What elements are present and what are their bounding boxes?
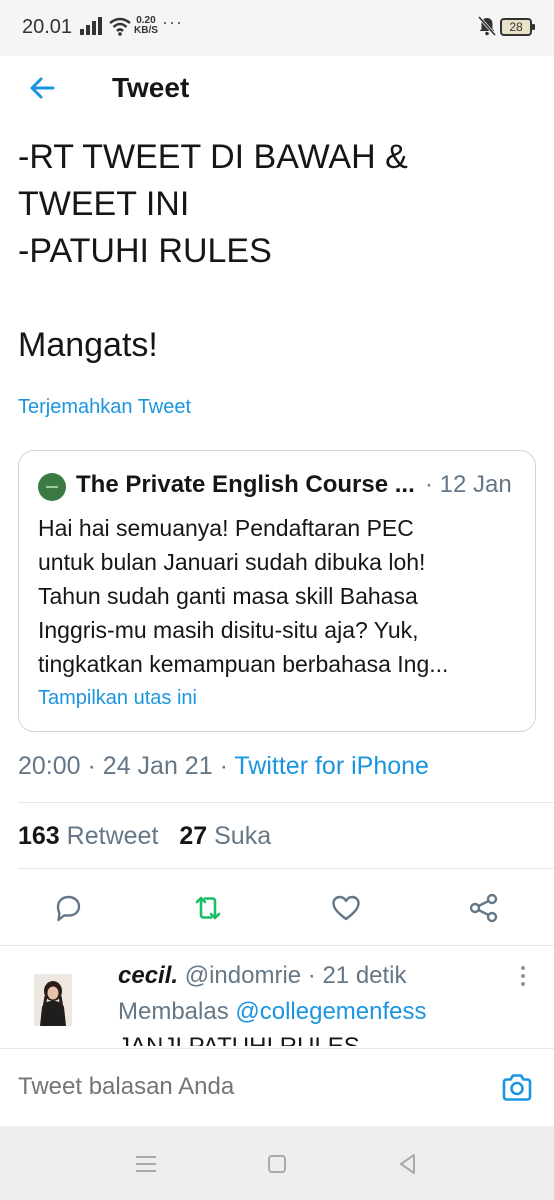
tweet-time: 20:00 (18, 752, 81, 780)
share-icon[interactable] (466, 890, 502, 926)
mute-bell-icon (478, 16, 496, 36)
avatar (38, 473, 66, 501)
quoted-body-line: untuk bulan Januari sudah dibuka loh! (38, 549, 426, 575)
reply-author-handle: @indomrie (184, 962, 302, 989)
reply-time: · 21 detik (307, 962, 407, 989)
arrow-left-icon[interactable] (26, 72, 58, 104)
replying-to-mention[interactable]: @collegemenfess (235, 998, 426, 1025)
reply-header: cecil. @indomrie · 21 detik (118, 962, 407, 990)
quoted-body-line: Hai hai semuanya! Pendaftaran PEC (38, 515, 414, 541)
show-thread-link[interactable]: Tampilkan utas ini (38, 687, 197, 710)
translate-tweet-link[interactable]: Terjemahkan Tweet (18, 396, 191, 419)
camera-icon[interactable] (500, 1071, 534, 1105)
network-speed-unit: KB/S (134, 25, 158, 36)
reply-text-partial: JANJI PATUHI RULES (118, 1034, 360, 1046)
menu-icon[interactable] (132, 1150, 160, 1178)
quoted-body-line: Inggris-mu masih disitu-situ aja? Yuk, (38, 617, 419, 643)
heart-icon[interactable] (328, 890, 364, 926)
divider (18, 868, 554, 869)
network-speed: 0.20 KB/S (134, 16, 158, 36)
retweet-count: 163 (18, 822, 60, 850)
replying-to: Membalas @collegemenfess (118, 998, 427, 1026)
tweet-date: 24 Jan 21 (102, 752, 213, 780)
back-triangle-icon[interactable] (394, 1150, 422, 1178)
page-title: Tweet (112, 72, 190, 103)
retweet-icon[interactable] (190, 890, 226, 926)
home-icon[interactable] (263, 1150, 291, 1178)
quoted-tweet-body: Hai hai semuanya! Pendaftaran PEC untuk … (38, 511, 518, 681)
system-nav-bar (0, 1126, 554, 1200)
divider (0, 945, 554, 946)
like-count: 27 (179, 822, 208, 850)
wifi-icon (109, 17, 131, 36)
meta-separator: · (87, 752, 96, 780)
quoted-body-line: tingkatkan kemampuan berbahasa Ing... (38, 651, 449, 677)
divider (18, 802, 554, 803)
meta-separator: · (219, 752, 228, 780)
retweet-count-label: Retweet (66, 822, 159, 850)
retweet-stat[interactable]: 163 Retweet (18, 822, 158, 850)
top-app-bar: Tweet (0, 56, 554, 120)
like-stat[interactable]: 27 Suka (179, 822, 271, 850)
quoted-body-line: Tahun sudah ganti masa skill Bahasa (38, 583, 418, 609)
status-more: ··· (162, 12, 183, 32)
status-time: 20.01 (22, 16, 73, 38)
reply-text: JANJI PATUHI RULES (118, 1034, 360, 1046)
tweet-text: -RT TWEET DI BAWAH & TWEET INI -PATUHI R… (18, 138, 408, 364)
avatar[interactable] (34, 974, 72, 1026)
reply-icon[interactable] (50, 890, 86, 926)
tweet-source-link[interactable]: Twitter for iPhone (234, 752, 429, 780)
tweet-stats: 163 Retweet 27 Suka (18, 822, 271, 851)
status-bar: 20.01 0.20 KB/S ··· 28 (0, 0, 554, 56)
tweet-meta: 20:00 · 24 Jan 21 · Twitter for iPhone (18, 752, 429, 781)
reply-input[interactable] (18, 1073, 478, 1101)
like-count-label: Suka (214, 822, 272, 850)
quoted-tweet-card[interactable]: The Private English Course ... · 12 Jan … (18, 450, 536, 732)
battery-indicator: 28 (500, 18, 535, 36)
replying-to-prefix: Membalas (118, 998, 229, 1025)
signal-icon (80, 17, 102, 35)
quoted-author-name: The Private English Course ... (76, 471, 415, 498)
quoted-tweet-date: · 12 Jan (425, 471, 512, 498)
more-options-icon[interactable] (516, 962, 530, 992)
reply-author-name[interactable]: cecil. (118, 962, 178, 989)
reply-composer (0, 1048, 554, 1126)
